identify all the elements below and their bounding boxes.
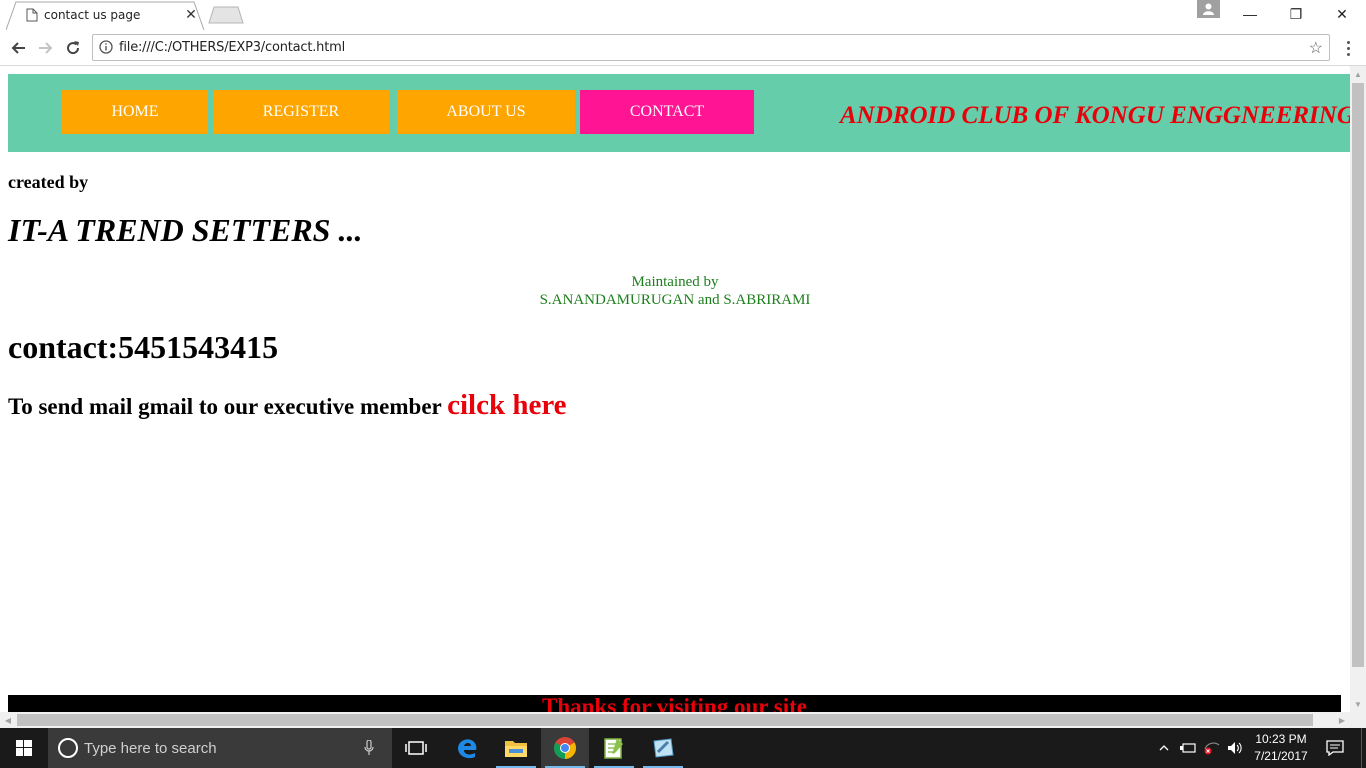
horizontal-scrollbar[interactable]: ◀ ▶	[0, 712, 1350, 728]
browser-tab[interactable]: contact us page ✕	[6, 1, 206, 31]
new-tab-button[interactable]	[208, 6, 244, 24]
address-bar[interactable]: file:///C:/OTHERS/EXP3/contact.html ☆	[92, 34, 1330, 61]
tab-close-icon[interactable]: ✕	[183, 6, 199, 22]
notepad-plus-app[interactable]	[590, 728, 638, 768]
reload-icon	[67, 41, 80, 55]
reload-button[interactable]	[63, 38, 83, 58]
url-text[interactable]: file:///C:/OTHERS/EXP3/contact.html	[119, 40, 345, 55]
battery-icon	[1180, 743, 1196, 753]
start-button[interactable]	[0, 728, 48, 768]
arrow-left-icon	[11, 42, 25, 54]
chrome-app[interactable]	[541, 728, 589, 768]
arrow-right-icon	[39, 42, 53, 54]
taskbar-search-box[interactable]: Type here to search	[48, 728, 392, 768]
vertical-scroll-thumb[interactable]	[1352, 83, 1364, 667]
vertical-scrollbar[interactable]: ▲ ▼	[1350, 66, 1366, 712]
edge-app[interactable]	[443, 728, 491, 768]
page-viewport: HOME REGISTER ABOUT US CONTACT ANDROID C…	[0, 66, 1350, 712]
volume-button[interactable]	[1225, 728, 1247, 768]
profile-button[interactable]	[1197, 0, 1220, 18]
scroll-left-arrow-icon[interactable]: ◀	[0, 712, 16, 728]
tab-title: contact us page	[44, 8, 141, 22]
document-icon	[26, 8, 38, 22]
taskbar-clock[interactable]: 10:23 PM 7/21/2017	[1246, 731, 1316, 765]
scroll-right-arrow-icon[interactable]: ▶	[1334, 712, 1350, 728]
search-placeholder: Type here to search	[84, 740, 217, 757]
browser-toolbar: file:///C:/OTHERS/EXP3/contact.html ☆	[0, 30, 1366, 66]
paint-app[interactable]	[639, 728, 687, 768]
scrollbar-corner	[1350, 712, 1366, 728]
forward-button[interactable]	[36, 38, 56, 58]
clock-date: 7/21/2017	[1254, 749, 1308, 763]
cortana-icon	[58, 738, 78, 758]
browser-menu-icon[interactable]	[1340, 38, 1356, 58]
notification-icon	[1326, 740, 1344, 756]
site-footer: Thanks for visiting our site	[8, 695, 1341, 712]
close-window-button[interactable]: ✕	[1319, 0, 1365, 28]
paint-icon	[653, 738, 674, 758]
task-view-icon	[405, 741, 427, 755]
chrome-icon	[554, 737, 576, 759]
network-button[interactable]	[1201, 728, 1223, 768]
nav-register-button[interactable]: REGISTER	[213, 90, 389, 134]
maintained-by-label: Maintained by	[631, 274, 719, 290]
windows-taskbar: Type here to search 10:23 PM 7/21/2017	[0, 728, 1366, 768]
edge-icon	[458, 739, 477, 759]
chevron-up-icon	[1159, 745, 1169, 751]
created-by-label: created by	[8, 172, 89, 192]
nav-home-button[interactable]: HOME	[62, 90, 208, 134]
restore-button[interactable]: ❐	[1273, 0, 1319, 28]
back-button[interactable]	[8, 38, 28, 58]
maintained-by-block: Maintained by S.ANANDAMURUGAN and S.ABRI…	[0, 273, 1350, 309]
task-view-button[interactable]	[392, 728, 440, 768]
info-icon[interactable]	[99, 40, 113, 54]
maintainers-names: S.ANANDAMURUGAN and S.ABRIRAMI	[539, 292, 811, 308]
nav-contact-button[interactable]: CONTACT	[580, 90, 754, 134]
battery-button[interactable]	[1177, 728, 1199, 768]
network-disconnected-icon	[1204, 742, 1220, 755]
windows-logo-icon	[16, 740, 32, 756]
notepad-icon	[604, 738, 623, 759]
site-header: HOME REGISTER ABOUT US CONTACT ANDROID C…	[8, 74, 1350, 152]
volume-icon	[1228, 742, 1242, 754]
show-desktop-button[interactable]	[1361, 728, 1366, 768]
club-title: ANDROID CLUB OF KONGU ENGGNEERING	[840, 102, 1350, 129]
nav-about-us-button[interactable]: ABOUT US	[397, 90, 575, 134]
folder-icon	[505, 741, 527, 757]
scroll-up-arrow-icon[interactable]: ▲	[1350, 66, 1366, 82]
action-center-button[interactable]	[1320, 728, 1350, 768]
footer-text: Thanks for visiting our site	[542, 694, 807, 713]
mail-line: To send mail gmail to our executive memb…	[8, 389, 567, 422]
tab-strip: contact us page ✕ — ❐ ✕	[0, 0, 1366, 31]
mail-text: To send mail gmail to our executive memb…	[8, 394, 448, 419]
file-explorer-app[interactable]	[492, 728, 540, 768]
bookmark-star-icon[interactable]: ☆	[1309, 38, 1323, 58]
microphone-icon[interactable]	[364, 740, 374, 756]
minimize-button[interactable]: —	[1227, 0, 1273, 28]
person-icon	[1203, 3, 1214, 15]
mail-link[interactable]: cilck here	[447, 389, 566, 421]
horizontal-scroll-thumb[interactable]	[17, 714, 1313, 726]
scroll-down-arrow-icon[interactable]: ▼	[1350, 696, 1366, 712]
contact-number-heading: contact:5451543415	[8, 329, 279, 365]
clock-time: 10:23 PM	[1255, 732, 1307, 746]
team-name-heading: IT-A TREND SETTERS ...	[8, 212, 363, 248]
show-hidden-icons-button[interactable]	[1155, 728, 1173, 768]
